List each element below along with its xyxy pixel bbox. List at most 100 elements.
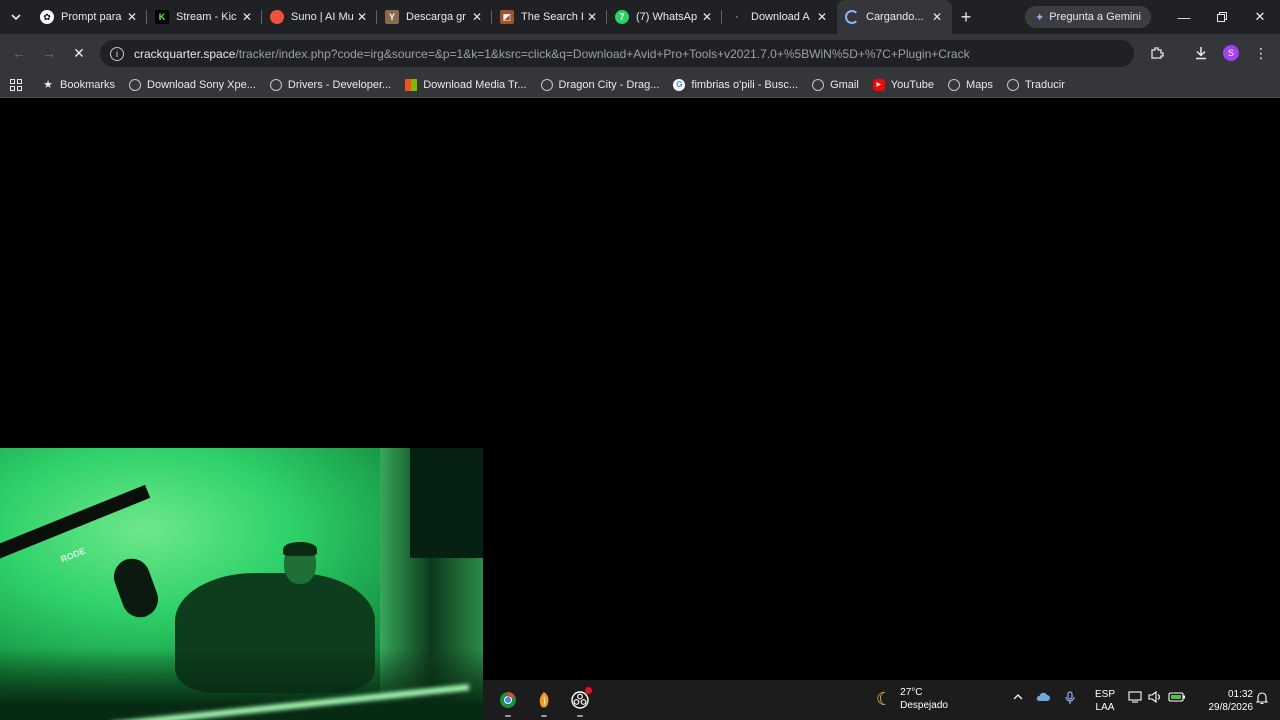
tab-loading[interactable]: Cargando... ✕ — [837, 0, 952, 34]
bookmark-label: Drivers - Developer... — [287, 78, 392, 91]
bookmark-item[interactable]: ▶ YouTube — [872, 78, 935, 91]
running-indicator — [505, 715, 511, 717]
tab-suno[interactable]: Suno | AI Mu ✕ — [262, 0, 377, 34]
search-site-icon: ◩ — [500, 10, 514, 24]
system-clock[interactable]: 01:32 29/8/2026 — [1198, 688, 1254, 714]
bookmark-label: Maps — [966, 78, 993, 91]
tab-close-icon[interactable]: ✕ — [470, 10, 484, 24]
input-language[interactable]: ESP LAA — [1095, 688, 1115, 714]
tab-kick[interactable]: K Stream - Kic ✕ — [147, 0, 262, 34]
forward-arrow-icon[interactable]: → — [37, 41, 61, 65]
browser-toolbar: ← → ✕ i crackquarter.space/tracker/index… — [0, 34, 1280, 72]
bookmark-label: Bookmarks — [60, 78, 116, 91]
tab-title: Stream - Kic — [176, 11, 237, 23]
bookmark-item[interactable]: Gmail — [812, 78, 859, 91]
y-icon: Y — [385, 10, 399, 24]
back-arrow-icon[interactable]: ← — [7, 41, 31, 65]
bookmark-label: fimbrias o'pili - Busc... — [691, 78, 799, 91]
bookmark-item[interactable]: Download Media Tr... — [405, 78, 527, 91]
microsoft-icon — [405, 78, 418, 91]
chrome-taskbar-icon[interactable] — [497, 689, 519, 717]
tab-title: The Search I — [521, 11, 584, 23]
bookmark-label: Download Sony Xpe... — [147, 78, 256, 91]
running-indicator — [577, 715, 583, 717]
tab-prompt[interactable]: ✿ Prompt para ✕ — [32, 0, 147, 34]
address-bar[interactable]: i crackquarter.space/tracker/index.php?c… — [100, 40, 1134, 67]
close-window-icon[interactable]: ✕ — [1241, 0, 1279, 34]
tab-title: Prompt para — [61, 11, 122, 23]
tab-close-icon[interactable]: ✕ — [700, 10, 714, 24]
menu-kebab-icon[interactable]: ⋮ — [1249, 41, 1273, 65]
show-hidden-icons-chevron-icon[interactable] — [1013, 691, 1023, 705]
tab-title: Cargando... — [866, 11, 924, 23]
battery-icon[interactable] — [1168, 691, 1186, 706]
globe-icon — [812, 78, 825, 91]
bookmark-item[interactable]: G fimbrias o'pili - Busc... — [673, 78, 799, 91]
globe-icon — [1006, 78, 1019, 91]
bookmark-item[interactable]: Drivers - Developer... — [269, 78, 392, 91]
tab-title: Suno | AI Mu — [291, 11, 354, 23]
dot-icon: · — [735, 12, 739, 22]
tab-close-icon[interactable]: ✕ — [355, 10, 369, 24]
gemini-sparkle-icon: ✦ — [1035, 11, 1045, 24]
onedrive-cloud-icon[interactable] — [1036, 691, 1050, 706]
tab-close-icon[interactable]: ✕ — [240, 10, 254, 24]
extensions-icon[interactable] — [1145, 41, 1169, 65]
mic-brand-label: RODE — [59, 545, 87, 565]
notifications-bell-icon[interactable] — [1255, 691, 1269, 708]
minimize-icon[interactable]: — — [1165, 0, 1203, 34]
tab-close-icon[interactable]: ✕ — [125, 10, 139, 24]
recording-dot-icon — [585, 687, 592, 694]
tab-the-search[interactable]: ◩ The Search I ✕ — [492, 0, 607, 34]
globe-icon — [540, 78, 553, 91]
tab-strip: ✿ Prompt para ✕ K Stream - Kic ✕ Suno | … — [0, 0, 1280, 34]
webcam-overlay: RODE — [0, 448, 483, 720]
loading-spinner-icon — [845, 10, 859, 24]
bookmark-label: YouTube — [890, 78, 935, 91]
clock-date: 29/8/2026 — [1208, 702, 1254, 713]
site-info-icon[interactable]: i — [110, 46, 124, 61]
tab-close-icon[interactable]: ✕ — [815, 10, 829, 24]
network-icon[interactable] — [1128, 691, 1142, 706]
openai-icon: ✿ — [40, 10, 54, 24]
url-path: /tracker/index.php?code=irg&source=&p=1&… — [235, 46, 970, 61]
bookmark-item[interactable]: Traducir — [1006, 78, 1065, 91]
tab-search-chevron-icon[interactable] — [0, 0, 32, 34]
weather-desc: Despejado — [900, 700, 948, 711]
lang-top: ESP — [1095, 689, 1116, 700]
profile-avatar[interactable]: S — [1223, 45, 1239, 61]
globe-icon — [948, 78, 961, 91]
microphone — [108, 553, 164, 623]
tab-title: Descarga gr — [406, 11, 466, 23]
bookmarks-bar: ★ Bookmarks Download Sony Xpe... Drivers… — [0, 72, 1280, 98]
obs-taskbar-icon[interactable] — [569, 687, 592, 717]
apps-grid-icon[interactable] — [10, 78, 22, 91]
stop-loading-icon[interactable]: ✕ — [67, 41, 91, 65]
microphone-icon[interactable] — [1065, 691, 1075, 708]
whatsapp-icon: 7 — [615, 10, 629, 24]
tab-title: Download A — [751, 11, 810, 23]
star-icon: ★ — [43, 79, 53, 91]
volume-icon[interactable] — [1148, 690, 1162, 706]
tab-descarga[interactable]: Y Descarga gr ✕ — [377, 0, 492, 34]
tab-download[interactable]: · Download A ✕ — [722, 0, 837, 34]
tab-whatsapp[interactable]: 7 (7) WhatsAp ✕ — [607, 0, 722, 34]
bookmark-item[interactable]: Maps — [948, 78, 993, 91]
fl-studio-taskbar-icon[interactable] — [533, 689, 555, 717]
restore-icon[interactable] — [1203, 0, 1241, 34]
globe-icon — [129, 78, 142, 91]
new-tab-button[interactable]: + — [952, 0, 980, 34]
gemini-button[interactable]: ✦ Pregunta a Gemini — [1025, 6, 1151, 28]
download-icon[interactable] — [1189, 41, 1213, 65]
tab-close-icon[interactable]: ✕ — [585, 10, 599, 24]
taskbar: ☾ 27°C Despejado ESP LAA 01:32 29/8/2026 — [483, 680, 1280, 720]
bookmark-label: Download Media Tr... — [423, 78, 527, 91]
bookmark-item[interactable]: Dragon City - Drag... — [540, 78, 659, 91]
clock-time: 01:32 — [1227, 689, 1253, 700]
bookmark-item[interactable]: Download Sony Xpe... — [129, 78, 256, 91]
running-indicator — [541, 715, 547, 717]
lang-bottom: LAA — [1095, 702, 1115, 713]
tab-close-icon[interactable]: ✕ — [930, 10, 944, 24]
weather-widget[interactable]: ☾ 27°C Despejado — [876, 686, 948, 712]
bookmark-all[interactable]: ★ Bookmarks — [42, 78, 116, 92]
